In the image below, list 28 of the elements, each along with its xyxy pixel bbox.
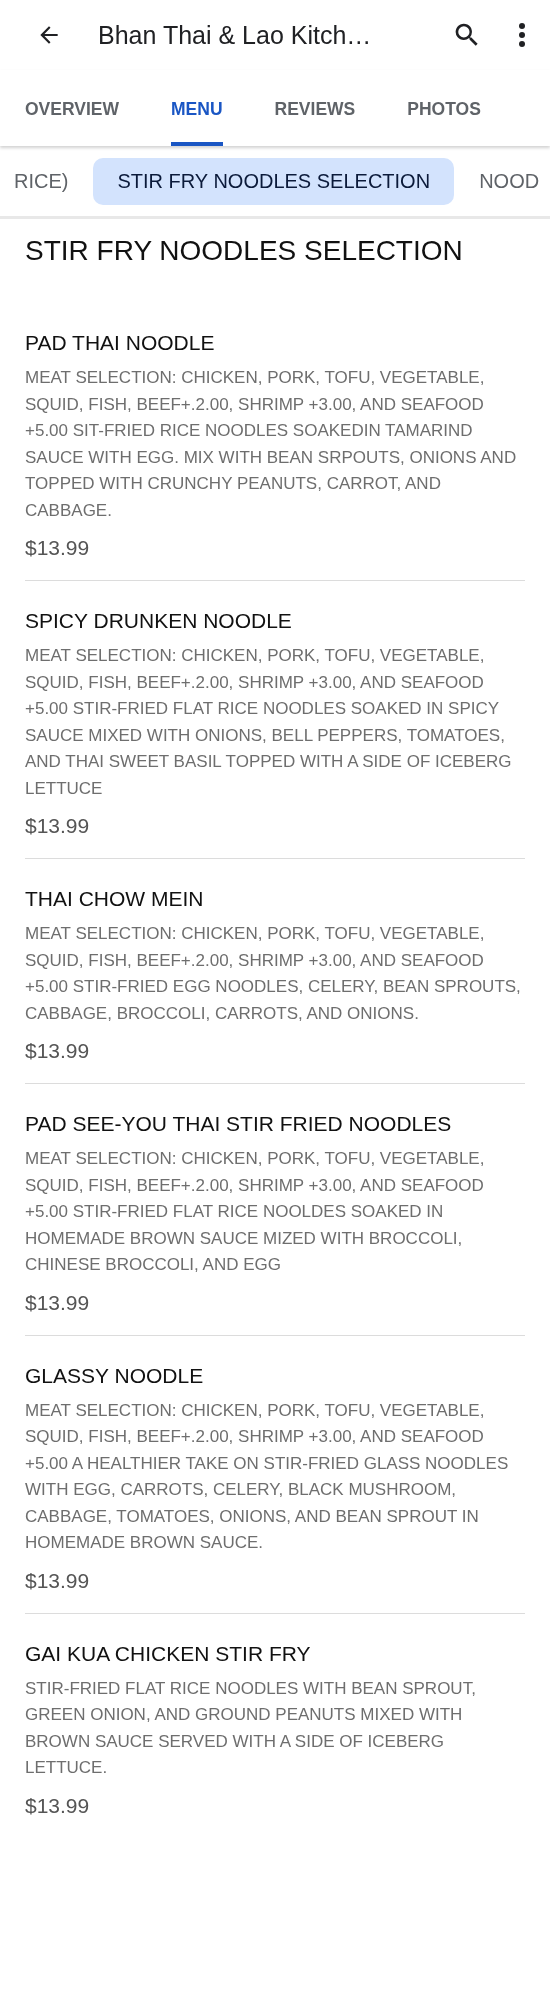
item-description: MEAT SELECTION: CHICKEN, PORK, TOFU, VEGETABLE, SQUID, FISH, BEEF+.2.00, SHRIMP +3.00, AND SEAFOOD +5.00 A HEALTHIER TAKE ON STIR-FRIED GLASS NOODLES WITH EGG, CARROTS, CELERY, BLACK MUSHROOM, CABBAGE, TOMATOES, ONIONS, AND BEAN SPROUT IN HOMEMADE BROWN SAUCE. xyxy=(25,1399,510,1554)
item-description: MEAT SELECTION: CHICKEN, PORK, TOFU, VEGETABLE, SQUID, FISH, BEEF+.2.00, SHRIMP +3.00, AND SEAFOOD +5.00 STIR-FRIED FLAT RICE NOODLES SOAKED IN SPICY SAUCE MIXED WITH ONIONS, BELL PEPPERS, TOMATOES, AND THAI SWEET BASIL TOPPED WITH A SIDE OF ICEBERG LETTUCE xyxy=(25,645,513,800)
item-name: SPICY DRUNKEN NOODLE xyxy=(25,609,293,633)
item-description: STIR-FRIED FLAT RICE NOODLES WITH BEAN SPROUT, GREEN ONION, AND GROUND PEANUTS MIXED WITH BROWN SAUCE SERVED WITH A SIDE OF ICEBERG LETTUCE. xyxy=(25,1677,477,1779)
item-price: $13.99 xyxy=(25,814,91,838)
item-price: $13.99 xyxy=(25,1568,91,1593)
item-name: GAI KUA CHICKEN STIR FRY xyxy=(25,1641,312,1666)
item-price: $13.99 xyxy=(25,536,91,560)
tab[interactable]: PHOTOS xyxy=(407,70,481,146)
item-price: $13.99 xyxy=(25,1039,91,1063)
item-name: THAI CHOW MEIN xyxy=(25,887,205,911)
category-chip[interactable]: RICE) xyxy=(14,157,69,205)
item-price: $13.99 xyxy=(25,1290,91,1315)
item-description: MEAT SELECTION: CHICKEN, PORK, TOFU, VEGETABLE, SQUID, FISH, BEEF+.2.00, SHRIMP +3.00, AND SEAFOOD +5.00 STIR-FRIED EGG NOODLES, CELERY, BEAN SPROUTS, CABBAGE, BROCCOLI, CARROTS, AND ONIONS. xyxy=(25,923,522,1025)
item-name: PAD SEE-YOU THAI STIR FRIED NOODLES xyxy=(25,1112,453,1136)
place-title: Bhan Thai & Lao Kitch… xyxy=(98,20,373,50)
item-description: MEAT SELECTION: CHICKEN, PORK, TOFU, VEGETABLE, SQUID, FISH, BEEF+.2.00, SHRIMP +3.00, AND SEAFOOD +5.00 STIR-FRIED FLAT RICE NOOLDES SOAKED IN HOMEMADE BROWN SAUCE MIZED WITH BROCCOLI, CHINESE BROCCOLI, AND EGG xyxy=(25,1148,486,1276)
category-chip[interactable]: NOOD xyxy=(479,157,540,205)
tab[interactable]: MENU xyxy=(171,70,223,146)
item-price: $13.99 xyxy=(25,1793,91,1818)
tab[interactable]: REVIEWS xyxy=(274,70,356,146)
item-name: PAD THAI NOODLE xyxy=(25,331,216,355)
tab[interactable]: OVERVIEW xyxy=(25,70,119,146)
category-chip[interactable]: STIR FRY NOODLES SELECTION xyxy=(93,157,455,205)
section-title: STIR FRY NOODLES SELECTION xyxy=(25,234,464,268)
item-name: GLASSY NOODLE xyxy=(25,1363,205,1388)
more-icon[interactable] xyxy=(518,22,526,48)
item-description: MEAT SELECTION: CHICKEN, PORK, TOFU, VEGETABLE, SQUID, FISH, BEEF+.2.00, SHRIMP +3.00, AND SEAFOOD +5.00 SIT-FRIED RICE NOODLES SOAKEDIN TAMARIND SAUCE WITH EGG. MIX WITH BEAN SRPOUTS, ONIONS AND TOPPED WITH CRUNCHY PEANUTS, CARROT, AND CABBAGE. xyxy=(25,367,518,522)
